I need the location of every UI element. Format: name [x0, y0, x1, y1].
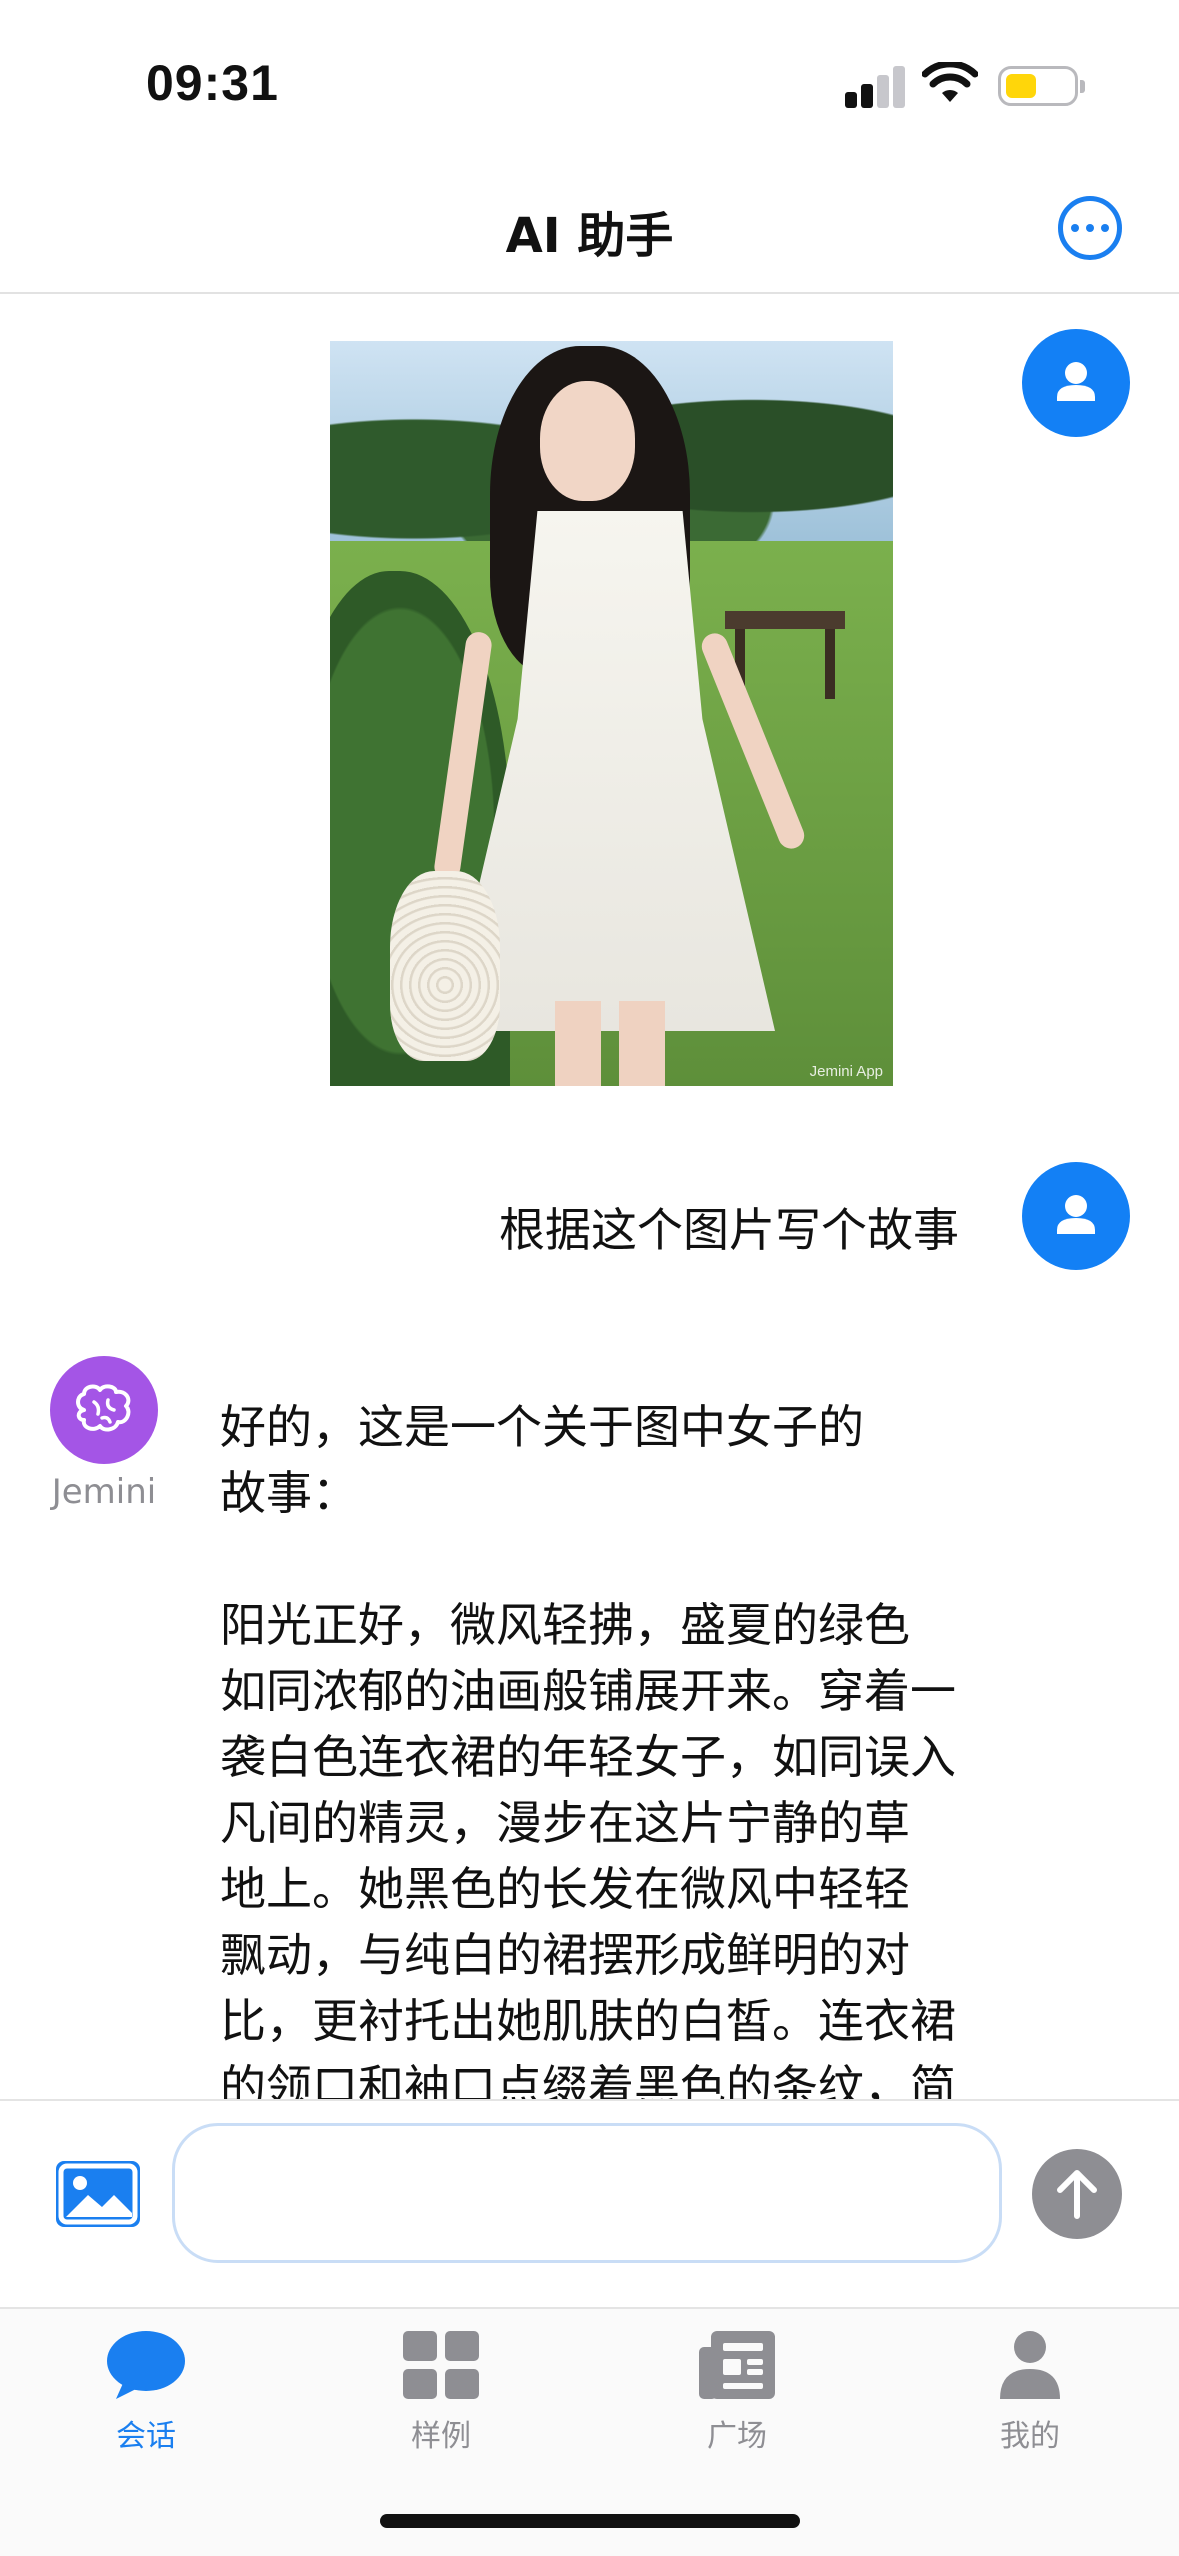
status-time: 09:31 [146, 55, 279, 111]
bot-avatar [50, 1356, 158, 1464]
home-indicator[interactable] [380, 2514, 800, 2528]
tab-label: 会话 [116, 2419, 176, 2454]
tab-examples[interactable]: 样例 [341, 2329, 541, 2455]
grid-icon [401, 2329, 481, 2401]
arrow-up-icon [1057, 2170, 1097, 2219]
cellular-signal-icon [845, 64, 905, 108]
newspaper-icon [697, 2329, 777, 2401]
more-options-button[interactable] [1058, 196, 1122, 260]
person-icon [1057, 1195, 1095, 1234]
image-watermark: Jemini App [809, 1063, 883, 1080]
tab-label: 我的 [1000, 2419, 1060, 2454]
tab-chat[interactable]: 会话 [46, 2329, 246, 2455]
tab-profile[interactable]: 我的 [930, 2329, 1130, 2455]
user-message-text: 根据这个图片写个故事 [499, 1203, 959, 1257]
status-bar: 09:31 [0, 0, 1179, 160]
bot-name: Jemini [51, 1472, 157, 1512]
page-title: AI 助手 [505, 208, 674, 264]
ellipsis-dot [1086, 224, 1094, 232]
chat-area[interactable]: Jemini App 根据这个图片写个故事 Jemini 好的，这是一个关于图中… [0, 296, 1179, 2099]
user-sent-image[interactable]: Jemini App [330, 341, 893, 1086]
battery-icon [998, 66, 1085, 106]
wifi-icon [921, 60, 979, 106]
image-icon [58, 2163, 138, 2225]
tab-label: 样例 [411, 2419, 471, 2454]
bot-paragraph: 好的，这是一个关于图中女子的 故事： [220, 1400, 864, 1520]
person-icon [1057, 362, 1095, 401]
chat-bubble-icon [106, 2329, 186, 2401]
person-icon [990, 2329, 1070, 2401]
send-button[interactable] [1032, 2149, 1122, 2239]
ellipsis-dot [1071, 224, 1079, 232]
user-avatar [1022, 1162, 1130, 1270]
bot-message: 好的，这是一个关于图中女子的 故事： 阳光正好，微风轻拂，盛夏的绿色 如同浓郁的… [220, 1394, 1040, 2099]
message-input[interactable] [172, 2123, 1002, 2263]
ellipsis-dot [1101, 224, 1109, 232]
input-bar [0, 2099, 1179, 2307]
brain-icon [76, 1384, 131, 1432]
tab-plaza[interactable]: 广场 [637, 2329, 837, 2455]
tab-label: 广场 [707, 2419, 767, 2454]
nav-bar: AI 助手 [0, 160, 1179, 294]
user-avatar [1022, 329, 1130, 437]
bot-paragraph: 阳光正好，微风轻拂，盛夏的绿色 如同浓郁的油画般铺展开来。穿着一 袭白色连衣裙的… [220, 1598, 956, 2099]
image-picker-button[interactable] [56, 2161, 140, 2227]
